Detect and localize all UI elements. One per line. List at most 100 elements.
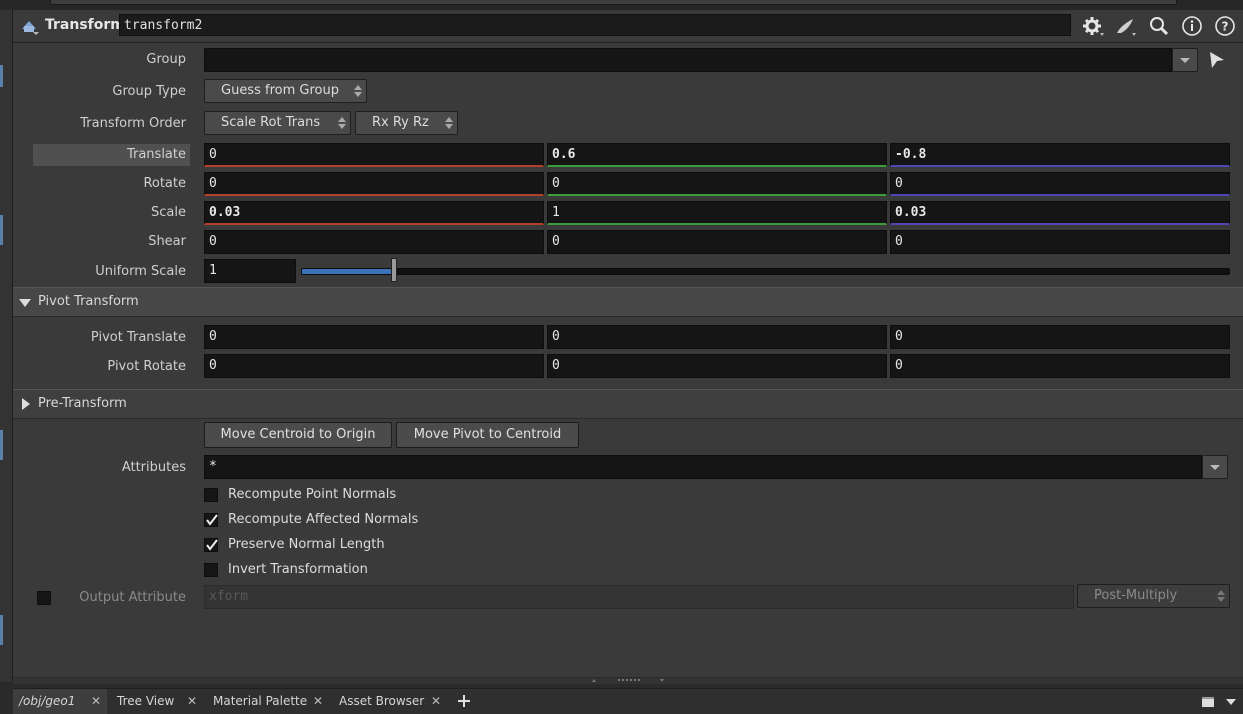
translate-z-field[interactable]: -0.8 (890, 143, 1230, 167)
attributes-dropdown-button[interactable] (1202, 455, 1228, 479)
transform-order-value: Scale Rot Trans (221, 115, 321, 130)
pivot-rotate-z-field[interactable]: 0 (890, 354, 1230, 378)
group-type-value: Guess from Group (221, 83, 339, 98)
move-centroid-to-origin-button[interactable]: Move Centroid to Origin (204, 422, 392, 448)
invert-transformation-checkbox[interactable] (204, 563, 218, 577)
uniform-scale-label: Uniform Scale (95, 264, 186, 279)
output-attribute-mode-menu[interactable]: Post-Multiply (1077, 584, 1230, 608)
tab-material-palette[interactable]: Material Palette ✕ (207, 689, 329, 714)
rotate-y-field[interactable]: 0 (547, 172, 887, 196)
help-icon[interactable]: ? (1213, 15, 1237, 37)
resize-grip-icon[interactable] (588, 678, 668, 684)
output-attribute-toggle[interactable] (37, 591, 51, 605)
attributes-field[interactable]: * (204, 455, 1202, 479)
pivot-rotate-label: Pivot Rotate (107, 359, 186, 374)
pivot-rotate-x-field[interactable]: 0 (204, 354, 544, 378)
scale-z-field[interactable]: 0.03 (890, 201, 1230, 225)
invert-transformation-label: Invert Transformation (228, 562, 368, 577)
left-strip (0, 10, 13, 682)
triangle-right-icon (22, 398, 30, 410)
rotation-order-value: Rx Ry Rz (372, 115, 429, 130)
uniform-scale-field[interactable]: 1 (204, 259, 296, 283)
select-arrow-icon[interactable] (1206, 49, 1228, 71)
group-dropdown-button[interactable] (1172, 48, 1198, 72)
left-marker (0, 615, 3, 645)
pre-transform-title: Pre-Transform (38, 396, 127, 411)
preserve-normal-length-label: Preserve Normal Length (228, 537, 385, 552)
transform-node-icon (22, 21, 39, 35)
close-icon[interactable]: ✕ (187, 689, 197, 714)
shear-y-field[interactable]: 0 (547, 230, 887, 254)
parameter-header: Transform transform2 ? (13, 10, 1243, 43)
pivot-translate-z-field[interactable]: 0 (890, 325, 1230, 349)
tab-label: Tree View (117, 694, 175, 708)
gear-icon[interactable] (1081, 15, 1105, 37)
output-attribute-field[interactable]: xform (204, 585, 1074, 609)
pivot-transform-section-header[interactable]: Pivot Transform (13, 287, 1243, 317)
checkmark-icon (206, 539, 218, 551)
rotate-z-field[interactable]: 0 (890, 172, 1230, 196)
recompute-point-normals-label: Recompute Point Normals (228, 487, 397, 502)
uniform-scale-slider[interactable] (301, 268, 1230, 275)
add-tab-icon[interactable] (457, 694, 471, 708)
close-icon[interactable]: ✕ (313, 689, 323, 714)
node-name-field[interactable]: transform2 (119, 14, 1071, 36)
up-down-arrow-icon (354, 85, 362, 97)
pivot-translate-x-field[interactable]: 0 (204, 325, 544, 349)
tab-label: Material Palette (213, 694, 308, 708)
triangle-down-icon (19, 299, 31, 307)
tab-label: /obj/geo1 (19, 694, 76, 708)
pre-transform-section-header[interactable]: Pre-Transform (13, 389, 1243, 419)
group-label: Group (146, 52, 186, 67)
tab-obj-geo1[interactable]: /obj/geo1 ✕ (13, 689, 107, 714)
pivot-translate-label: Pivot Translate (90, 330, 186, 345)
info-icon[interactable] (1180, 15, 1204, 37)
tab-asset-browser[interactable]: Asset Browser ✕ (333, 689, 447, 714)
translate-y-field[interactable]: 0.6 (547, 143, 887, 167)
up-down-arrow-icon (445, 117, 453, 129)
uniform-scale-slider-handle[interactable] (390, 258, 397, 282)
preserve-normal-length-checkbox[interactable] (204, 538, 218, 552)
output-attribute-label: Output Attribute (79, 590, 186, 605)
output-attribute-mode-value: Post-Multiply (1094, 588, 1178, 603)
translate-x-field[interactable]: 0 (204, 143, 544, 167)
tab-tree-view[interactable]: Tree View ✕ (111, 689, 203, 714)
scale-x-field[interactable]: 0.03 (204, 201, 544, 225)
shear-x-field[interactable]: 0 (204, 230, 544, 254)
top-scrollbar[interactable] (50, 0, 1177, 5)
group-type-menu[interactable]: Guess from Group (204, 79, 367, 103)
recompute-affected-normals-checkbox[interactable] (204, 513, 218, 527)
close-icon[interactable]: ✕ (431, 689, 441, 714)
parameter-panel: Group Group Type Guess from Group Transf… (13, 43, 1243, 684)
chevron-down-icon[interactable] (1225, 697, 1237, 707)
pane-tab-bar: /obj/geo1 ✕ Tree View ✕ Material Palette ✕ … (13, 688, 1243, 714)
up-down-arrow-icon (338, 117, 346, 129)
pivot-transform-title: Pivot Transform (38, 294, 139, 309)
pane-layout-icon[interactable] (1201, 696, 1215, 708)
translate-label: Translate (126, 147, 186, 162)
scale-y-field[interactable]: 1 (547, 201, 887, 225)
search-icon[interactable] (1147, 15, 1171, 37)
attributes-label: Attributes (121, 460, 186, 475)
rotate-x-field[interactable]: 0 (204, 172, 544, 196)
brush-icon[interactable] (1113, 15, 1137, 37)
rotation-order-menu[interactable]: Rx Ry Rz (355, 111, 458, 135)
pivot-rotate-y-field[interactable]: 0 (547, 354, 887, 378)
move-pivot-to-centroid-button[interactable]: Move Pivot to Centroid (396, 422, 579, 448)
recompute-point-normals-checkbox[interactable] (204, 488, 218, 502)
group-field[interactable] (204, 48, 1172, 72)
rotate-label: Rotate (143, 176, 186, 191)
recompute-affected-normals-label: Recompute Affected Normals (228, 512, 419, 527)
left-marker (0, 65, 3, 87)
pivot-translate-y-field[interactable]: 0 (547, 325, 887, 349)
checkmark-icon (206, 514, 218, 526)
slider-fill (302, 269, 395, 274)
top-strip (0, 0, 1243, 10)
left-marker (0, 215, 3, 245)
tab-label: Asset Browser (339, 694, 425, 708)
transform-order-menu[interactable]: Scale Rot Trans (204, 111, 351, 135)
shear-z-field[interactable]: 0 (890, 230, 1230, 254)
close-icon[interactable]: ✕ (91, 689, 101, 714)
pane-resize-bar[interactable] (13, 677, 1243, 684)
up-down-arrow-icon (1217, 590, 1225, 602)
